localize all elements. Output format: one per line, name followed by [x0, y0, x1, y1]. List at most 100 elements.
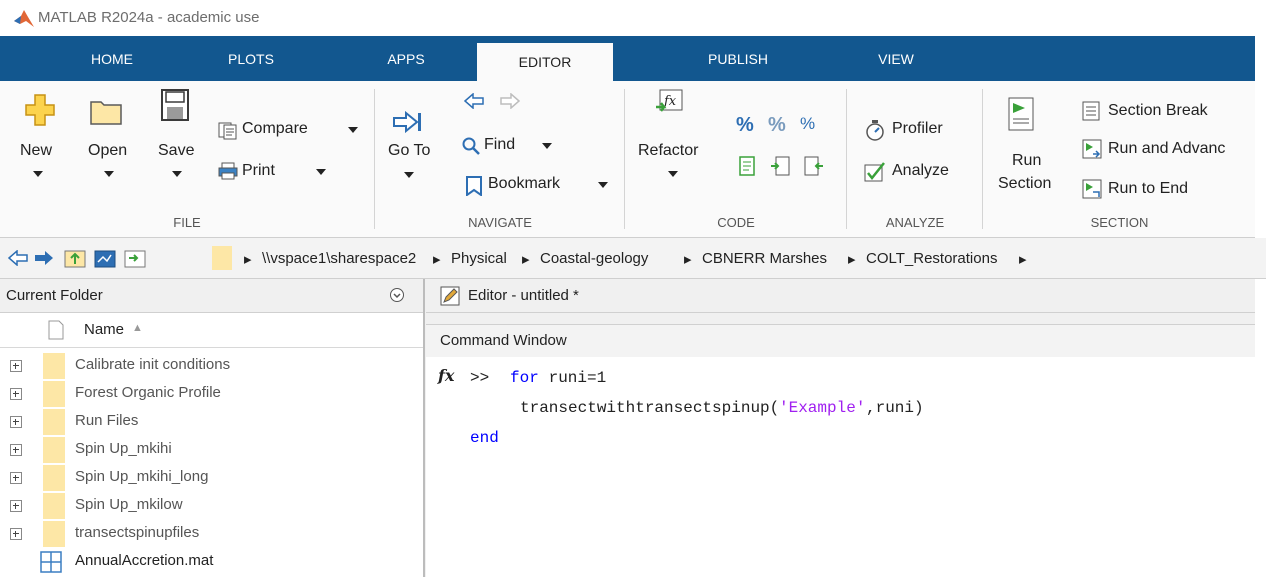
expand-icon[interactable]: [10, 500, 22, 512]
run-section-button[interactable]: Run Section: [998, 95, 1066, 203]
save-label: Save: [158, 142, 195, 159]
print-button[interactable]: Print: [216, 159, 336, 185]
refactor-dropdown-icon: [668, 171, 678, 177]
analyze-button[interactable]: Analyze: [862, 159, 972, 185]
new-button[interactable]: New: [18, 93, 60, 203]
goto-button[interactable]: Go To: [384, 107, 434, 207]
breadcrumb-item[interactable]: \\vspace1\sharespace2: [262, 250, 416, 267]
back-arrow-icon[interactable]: [8, 250, 28, 266]
editor-ribbon: New Open Save Compare Print FILE Go To F…: [0, 81, 1255, 238]
analyze-label: Analyze: [892, 162, 949, 179]
list-item[interactable]: Spin Up_mkihi: [0, 436, 423, 464]
toolstrip-tabs: HOME PLOTS APPS EDITOR PUBLISH VIEW: [0, 36, 1266, 81]
compare-icon: [218, 122, 237, 140]
command-window-header: Command Window: [426, 324, 1255, 358]
breadcrumb-item[interactable]: Physical: [451, 250, 507, 267]
forward-arrow-icon[interactable]: [500, 93, 520, 109]
find-button[interactable]: Find: [460, 133, 570, 159]
new-plus-icon: [25, 94, 55, 126]
list-item[interactable]: Spin Up_mkihi_long: [0, 464, 423, 492]
breadcrumb-item[interactable]: COLT_Restorations: [866, 250, 997, 267]
run-and-advance-button[interactable]: Run and Advanc: [1080, 137, 1255, 163]
goto-dropdown-icon: [404, 172, 414, 178]
run-to-end-label: Run to End: [1108, 180, 1189, 197]
forward-arrow-icon[interactable]: [34, 250, 54, 266]
browse-folder-icon[interactable]: [94, 248, 116, 268]
decrease-indent-icon[interactable]: [804, 156, 824, 176]
section-break-button[interactable]: Section Break: [1080, 99, 1255, 125]
profiler-button[interactable]: Profiler: [862, 117, 972, 143]
refactor-button[interactable]: fx Refactor: [636, 87, 716, 203]
tab-plots[interactable]: PLOTS: [196, 36, 306, 81]
find-dropdown-icon: [542, 143, 552, 149]
breadcrumb-separator-icon: ▸: [848, 251, 856, 268]
name-column-header[interactable]: Name ▲: [0, 313, 423, 348]
run-and-advance-icon: [1082, 139, 1102, 159]
list-item[interactable]: Forest Organic Profile: [0, 380, 423, 408]
folder-icon: [43, 465, 65, 491]
separator: [374, 89, 375, 229]
analyze-group-label: ANALYZE: [885, 215, 945, 230]
tab-strip-end: [1255, 36, 1266, 81]
analyze-check-icon: [864, 162, 885, 182]
save-button[interactable]: Save: [152, 87, 200, 203]
editor-title: Editor - untitled *: [468, 287, 579, 304]
section-group-label: SECTION: [1090, 215, 1149, 230]
find-label: Find: [484, 136, 516, 153]
comment-icon[interactable]: %: [736, 114, 754, 137]
list-item[interactable]: Run Files: [0, 408, 423, 436]
search-folder-icon[interactable]: [124, 248, 146, 268]
increase-indent-icon[interactable]: [770, 156, 790, 176]
compare-button[interactable]: Compare: [216, 117, 366, 143]
open-dropdown-icon: [104, 171, 114, 177]
editor-header[interactable]: Editor - untitled *: [426, 279, 1255, 313]
breadcrumb-item[interactable]: Coastal-geology: [540, 250, 648, 267]
expand-icon[interactable]: [10, 416, 22, 428]
list-item-label: Calibrate init conditions: [75, 356, 231, 373]
tab-publish[interactable]: PUBLISH: [680, 36, 796, 81]
expand-icon[interactable]: [10, 528, 22, 540]
breadcrumb-separator-icon: ▸: [522, 251, 530, 268]
keyword-for: for: [510, 369, 539, 387]
bookmark-button[interactable]: Bookmark: [464, 172, 624, 198]
run-to-end-button[interactable]: Run to End: [1080, 177, 1255, 203]
list-item[interactable]: Spin Up_mkilow: [0, 492, 423, 520]
save-dropdown-icon: [172, 171, 182, 177]
list-item[interactable]: Calibrate init conditions: [0, 352, 423, 380]
code-text: runi=1: [539, 369, 607, 387]
expand-icon[interactable]: [10, 388, 22, 400]
list-item-label: transectspinupfiles: [75, 524, 200, 541]
list-item[interactable]: AnnualAccretion.mat: [0, 548, 423, 576]
tab-editor[interactable]: EDITOR: [477, 43, 613, 81]
breadcrumb: ▸ \\vspace1\sharespace2 ▸ Physical ▸ Coa…: [244, 238, 1266, 278]
expand-icon[interactable]: [10, 472, 22, 484]
up-folder-icon[interactable]: [64, 248, 86, 268]
smart-indent-icon[interactable]: [739, 156, 755, 176]
expand-icon[interactable]: [10, 444, 22, 456]
profiler-label: Profiler: [892, 120, 943, 137]
command-window[interactable]: fx >> for runi=1 transectwithtransectspi…: [426, 357, 1255, 577]
uncomment-icon[interactable]: %: [768, 114, 786, 137]
folder-icon: [212, 246, 232, 270]
tab-apps[interactable]: APPS: [366, 36, 446, 81]
printer-icon: [218, 162, 238, 180]
list-item[interactable]: transectspinupfiles: [0, 520, 423, 548]
tab-home[interactable]: HOME: [62, 36, 162, 81]
folder-open-icon: [90, 101, 122, 125]
expand-icon[interactable]: [10, 360, 22, 372]
code-text: ,runi): [866, 399, 924, 417]
open-label: Open: [88, 142, 128, 159]
open-button[interactable]: Open: [80, 93, 134, 203]
folder-icon: [43, 493, 65, 519]
back-arrow-icon[interactable]: [464, 93, 484, 109]
panel-actions-icon[interactable]: [389, 287, 405, 303]
function-browser-icon[interactable]: fx: [438, 366, 454, 385]
separator: [982, 89, 983, 229]
breadcrumb-separator-icon: ▸: [244, 251, 252, 268]
wrap-comments-icon[interactable]: %: [800, 114, 815, 134]
breadcrumb-item[interactable]: CBNERR Marshes: [702, 250, 827, 267]
section-break-icon: [1082, 101, 1100, 121]
folder-icon: [43, 381, 65, 407]
refactor-label: Refactor: [638, 142, 699, 159]
tab-view[interactable]: VIEW: [856, 36, 936, 81]
